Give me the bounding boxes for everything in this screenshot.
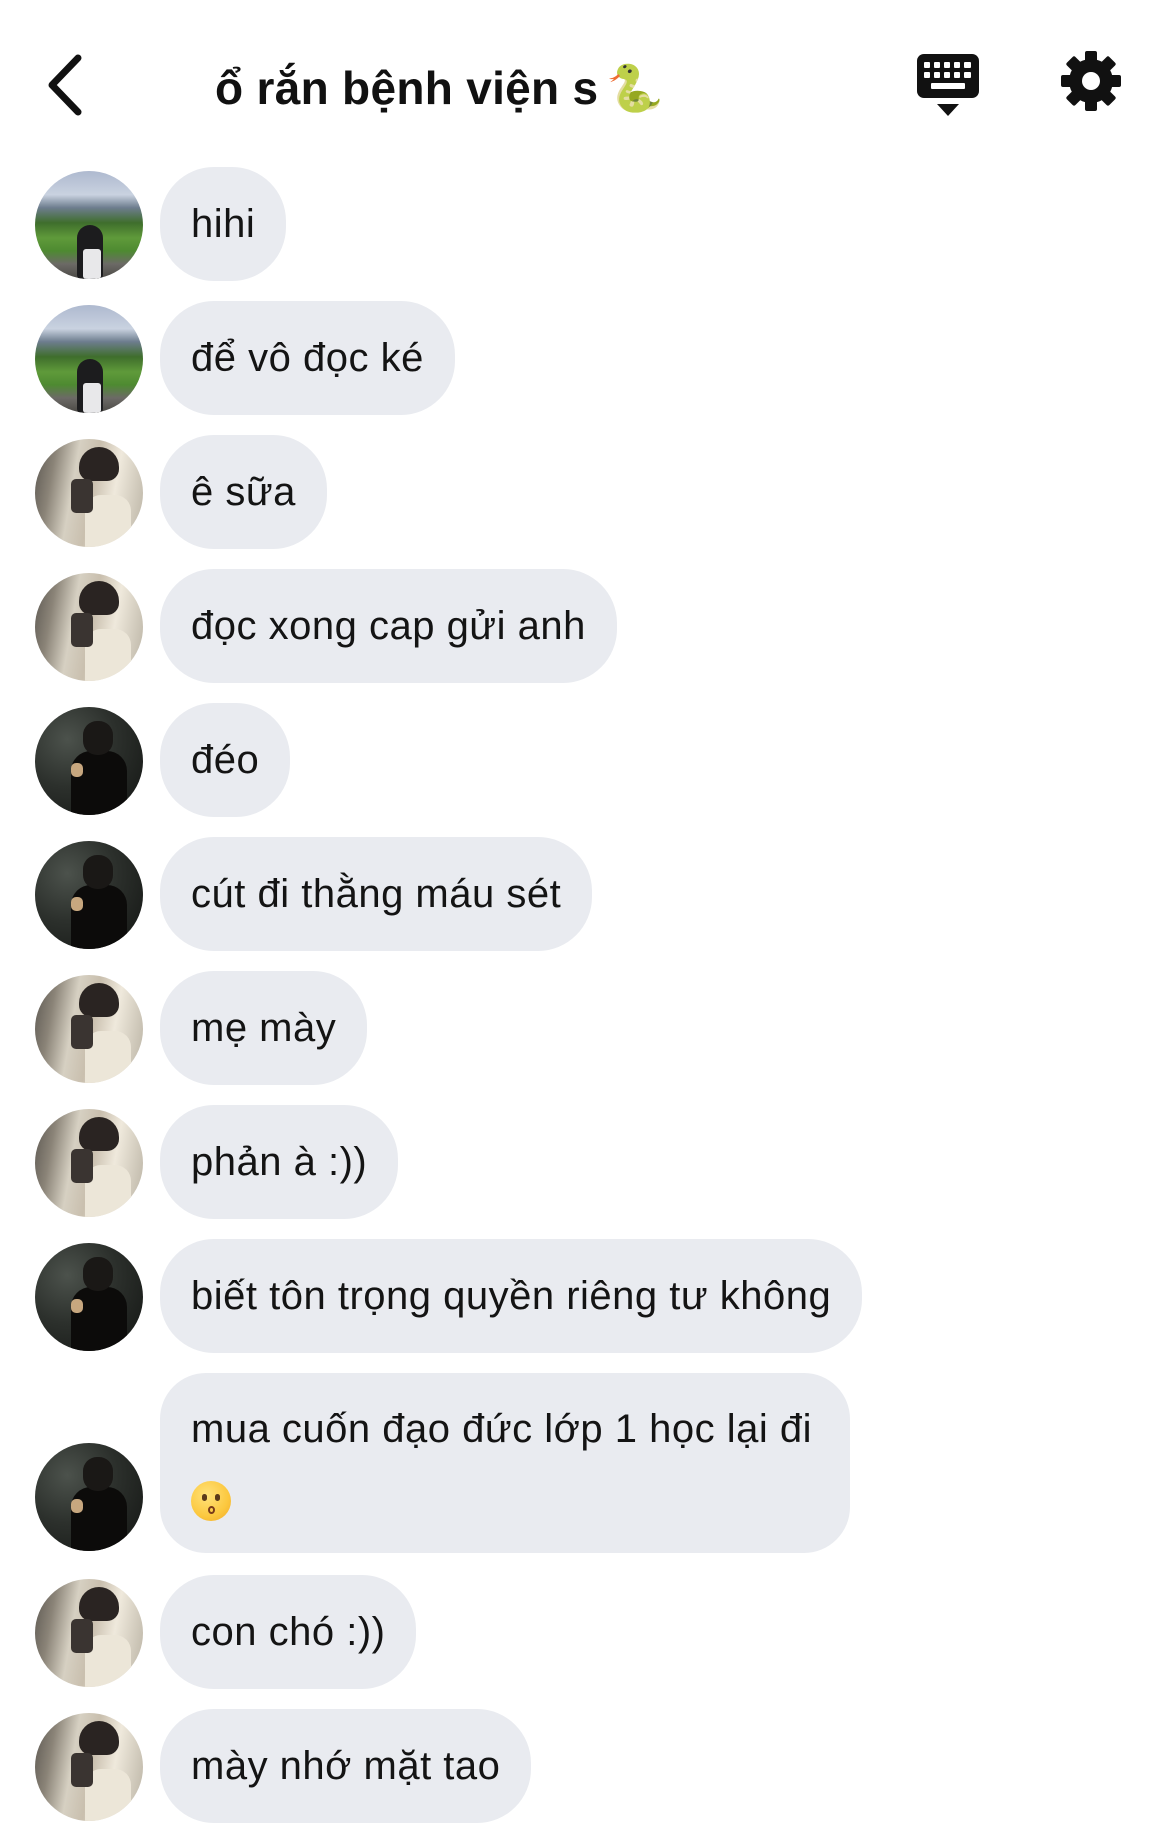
message-bubble[interactable]: mẹ mày [160, 971, 368, 1085]
message-bubble[interactable]: đọc xong cap gửi anh [160, 569, 617, 683]
chat-title-text: ổ rắn bệnh viện s [215, 62, 599, 114]
message-bubble[interactable]: cút đi thằng máu sét [160, 837, 593, 951]
avatar[interactable] [35, 171, 143, 279]
message-bubble[interactable]: hihi [160, 167, 287, 281]
message-text: mua cuốn đạo đức lớp 1 học lại đi [191, 1407, 812, 1451]
chat-header: ổ rắn bệnh viện s 🐍 [0, 0, 1170, 160]
message-bubble[interactable]: ê sữa [160, 435, 327, 549]
gear-icon [1061, 51, 1121, 111]
message-bubble[interactable]: đéo [160, 703, 291, 817]
avatar[interactable] [35, 975, 143, 1083]
keyboard-icon [917, 54, 979, 116]
avatar[interactable] [35, 707, 143, 815]
kissing-face-emoji [191, 1481, 231, 1521]
avatar[interactable] [35, 1243, 143, 1351]
avatar[interactable] [35, 305, 143, 413]
back-button[interactable] [40, 50, 92, 120]
avatar[interactable] [35, 1443, 143, 1551]
snake-emoji: 🐍 [606, 61, 664, 115]
keyboard-button[interactable] [915, 52, 981, 122]
avatar[interactable] [35, 1713, 143, 1821]
chat-title: ổ rắn bệnh viện s 🐍 [215, 58, 664, 118]
avatar[interactable] [35, 573, 143, 681]
avatar[interactable] [35, 841, 143, 949]
message-bubble[interactable]: con chó :)) [160, 1575, 417, 1689]
avatar[interactable] [35, 439, 143, 547]
message-bubble[interactable]: để vô đọc ké [160, 301, 455, 415]
message-bubble[interactable]: phản à :)) [160, 1105, 399, 1219]
avatar[interactable] [35, 1579, 143, 1687]
chevron-left-icon [48, 54, 82, 116]
message-bubble[interactable]: biết tôn trọng quyền riêng tư không [160, 1239, 863, 1353]
emoji-line [191, 1471, 819, 1527]
avatar[interactable] [35, 1109, 143, 1217]
settings-button[interactable] [1060, 50, 1122, 112]
message-bubble[interactable]: mày nhớ mặt tao [160, 1709, 532, 1823]
message-bubble[interactable]: mua cuốn đạo đức lớp 1 học lại đi [160, 1373, 850, 1553]
